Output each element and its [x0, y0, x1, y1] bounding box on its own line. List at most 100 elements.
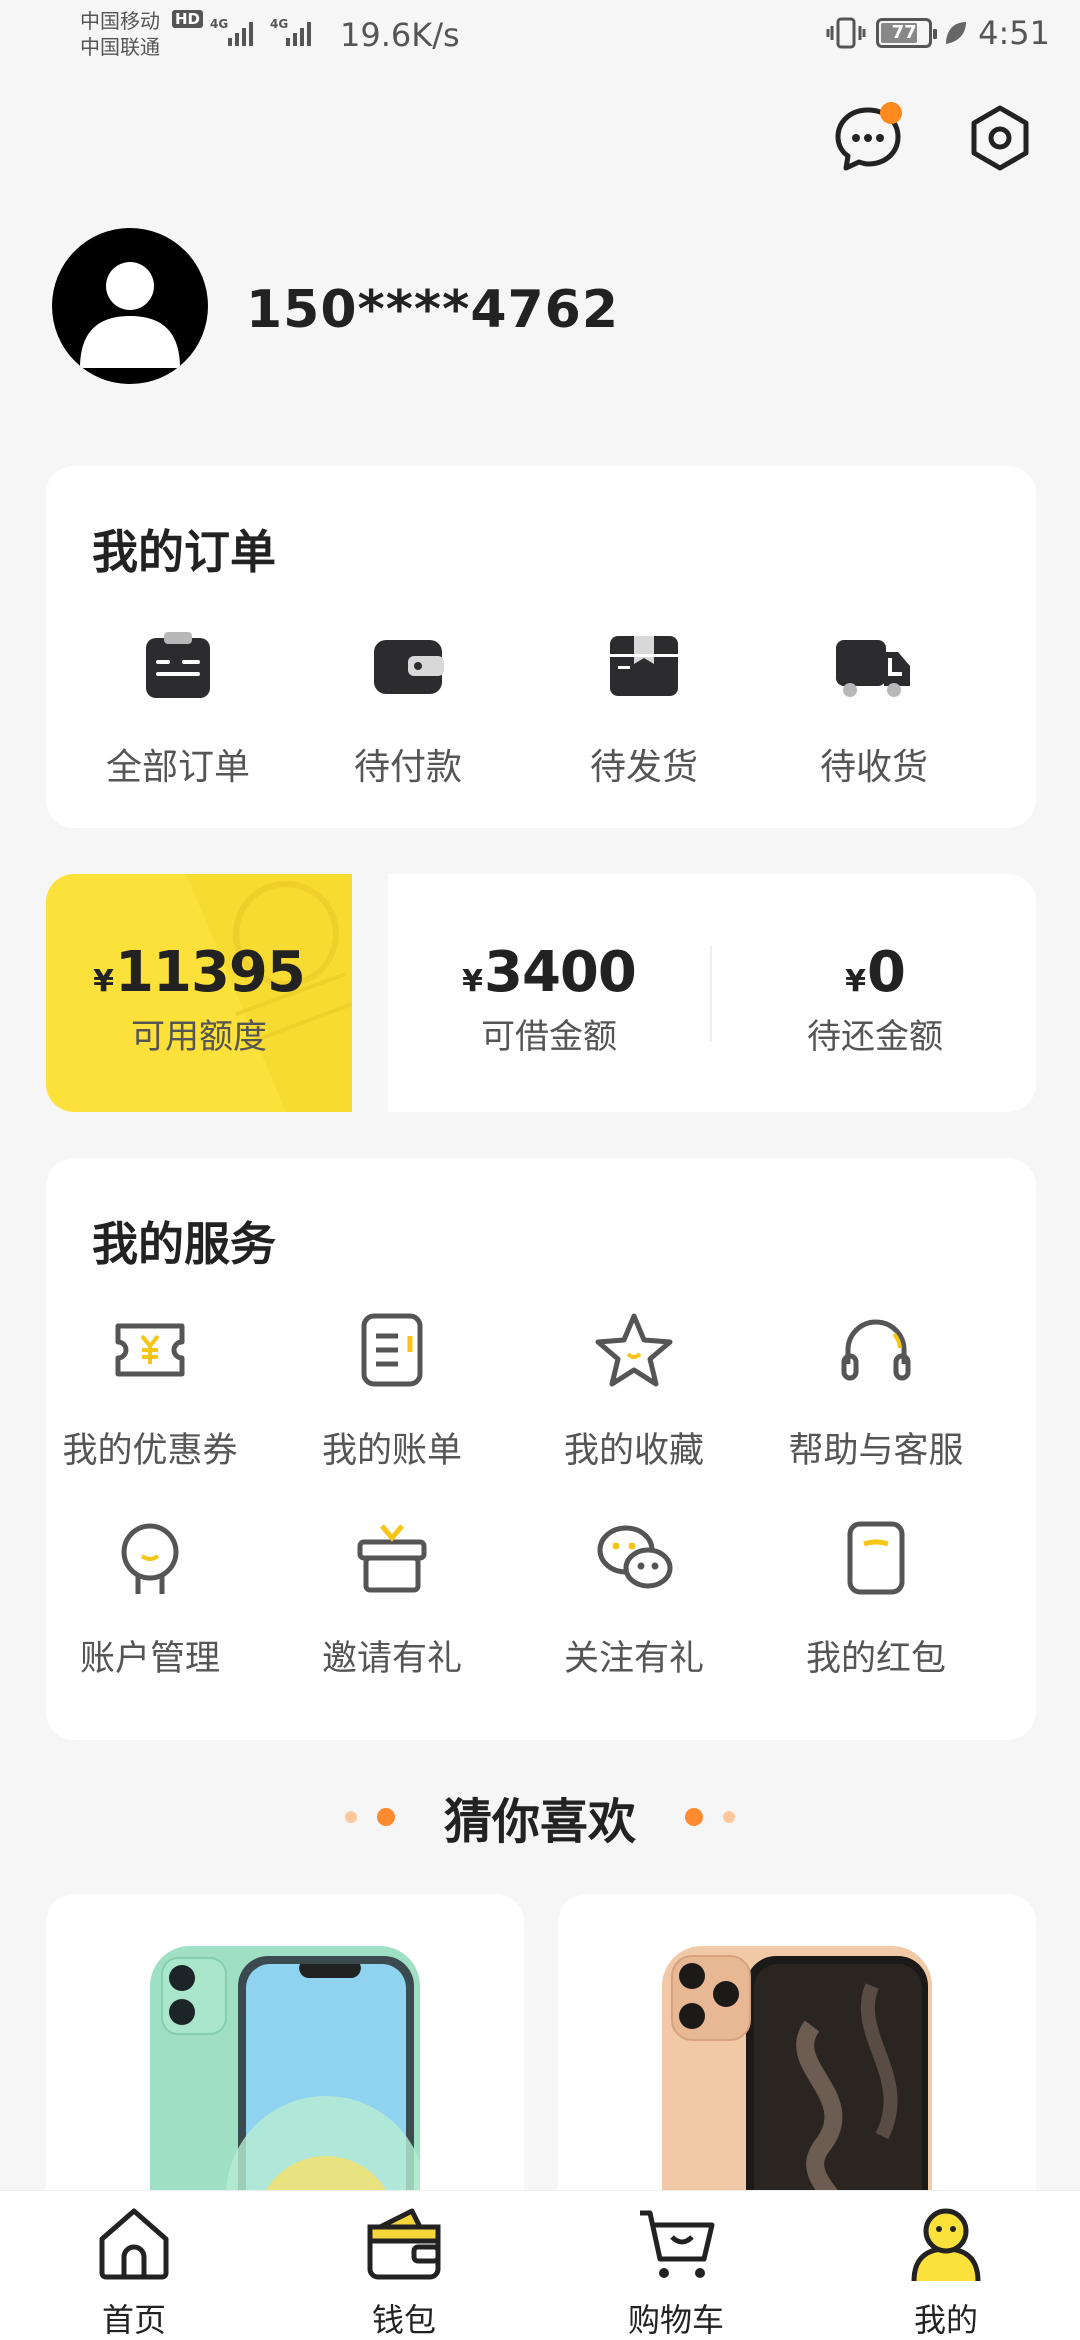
orders-card: 我的订单 全部订单 待付款 待发货 待收货: [46, 466, 1036, 828]
service-follow[interactable]: 关注有礼: [514, 1516, 754, 1681]
carrier-1: 中国移动: [80, 9, 160, 33]
decor-dot: [344, 1811, 357, 1823]
tab-me[interactable]: 我的: [846, 2201, 1046, 2340]
services-card: 我的服务 我的优惠券 我的账单 我的收藏 帮助与客服 账户管理 邀请有礼 关注有…: [46, 1158, 1036, 1740]
delivery-truck-icon: [836, 640, 910, 697]
package-icon: [610, 636, 678, 696]
order-pending-payment[interactable]: 待付款: [308, 626, 508, 790]
available-credit-card[interactable]: ¥11395 可用额度: [46, 874, 352, 1112]
orders-title: 我的订单: [92, 525, 276, 579]
unread-dot: [880, 102, 902, 124]
tab-cart[interactable]: 购物车: [576, 2201, 776, 2340]
carrier-names: 中国移动 中国联通: [80, 8, 160, 60]
settings-button[interactable]: [962, 100, 1038, 176]
service-coupons-label: 我的优惠券: [62, 1431, 238, 1471]
order-all-label: 全部订单: [105, 747, 250, 788]
status-right: 77 4:51: [826, 14, 1050, 52]
service-follow-label: 关注有礼: [563, 1639, 704, 1679]
red-packet-icon: [847, 1521, 905, 1595]
service-invite-label: 邀请有礼: [321, 1639, 462, 1679]
star-icon: [595, 1313, 673, 1387]
account-icon: [121, 1523, 179, 1594]
headset-icon: [841, 1319, 911, 1381]
wallet-icon: [374, 640, 444, 694]
loan-summary-card: ¥3400 可借金额 ¥0 待还金额: [388, 874, 1036, 1112]
network-2-label: 4G: [270, 17, 288, 31]
wallet-icon: [367, 2208, 441, 2280]
order-all[interactable]: 全部订单: [78, 626, 278, 790]
service-bills[interactable]: 我的账单: [272, 1308, 512, 1473]
repay-amount-value: 0: [866, 940, 906, 1005]
avatar[interactable]: [52, 228, 208, 384]
repay-amount-label: 待还金额: [807, 1017, 943, 1057]
currency-symbol: ¥: [93, 964, 114, 999]
borrowable-amount[interactable]: ¥3400 可借金额: [388, 940, 710, 1058]
order-pending-payment-label: 待付款: [353, 747, 462, 788]
product-card[interactable]: [46, 1894, 524, 2224]
service-help[interactable]: 帮助与客服: [756, 1308, 996, 1473]
order-pending-shipment[interactable]: 待发货: [544, 626, 744, 790]
product-card[interactable]: [558, 1894, 1036, 2224]
clock: 4:51: [978, 14, 1050, 52]
gift-icon: [357, 1524, 427, 1593]
services-title: 我的服务: [92, 1217, 276, 1271]
cart-icon: [640, 2210, 715, 2278]
recommend-title: 猜你喜欢: [443, 1794, 636, 1850]
service-coupons[interactable]: 我的优惠券: [30, 1308, 270, 1473]
message-button[interactable]: [830, 100, 906, 176]
repay-amount[interactable]: ¥0 待还金额: [714, 940, 1036, 1058]
battery-percent: 77: [891, 22, 917, 43]
user-phone[interactable]: 150****4762: [246, 280, 619, 340]
service-account-label: 账户管理: [79, 1639, 220, 1679]
available-credit-value: 11395: [115, 940, 306, 1005]
borrowable-amount-label: 可借金额: [481, 1017, 617, 1057]
currency-symbol: ¥: [462, 964, 483, 999]
phone-gold-image: [662, 1946, 932, 2224]
hd-badge: HD: [172, 10, 204, 28]
clipboard-icon: [146, 632, 210, 698]
tab-home[interactable]: 首页: [34, 2201, 234, 2340]
service-favorites[interactable]: 我的收藏: [514, 1308, 754, 1473]
available-credit: ¥11395 可用额度: [46, 940, 352, 1058]
tab-home-label: 首页: [101, 2301, 166, 2339]
service-red-packet[interactable]: 我的红包: [756, 1516, 996, 1681]
borrowable-amount-value: 3400: [484, 940, 637, 1005]
service-account[interactable]: 账户管理: [30, 1516, 270, 1681]
tab-cart-label: 购物车: [627, 2301, 724, 2339]
leaf-icon: [946, 22, 967, 44]
decor-dot: [723, 1811, 736, 1823]
decor-dot: [376, 1808, 395, 1826]
coupon-icon: [115, 1323, 185, 1377]
decor-dot: [685, 1808, 704, 1826]
currency-symbol: ¥: [845, 964, 866, 999]
service-favorites-label: 我的收藏: [563, 1431, 704, 1471]
tab-wallet-label: 钱包: [371, 2301, 436, 2339]
profile-icon: [911, 2208, 981, 2282]
service-help-label: 帮助与客服: [788, 1431, 964, 1471]
vibrate-icon: [826, 17, 866, 49]
bottom-tab-bar: 首页 钱包 购物车 我的: [0, 2190, 1080, 2340]
tab-me-label: 我的: [913, 2301, 978, 2339]
service-invite[interactable]: 邀请有礼: [272, 1516, 512, 1681]
battery-icon: 77: [876, 18, 938, 48]
network-1-label: 4G: [210, 17, 228, 31]
service-bills-label: 我的账单: [321, 1431, 462, 1471]
service-red-packet-label: 我的红包: [805, 1639, 946, 1679]
bill-icon: [361, 1313, 423, 1387]
signal-icon: 4G 4G: [210, 17, 311, 46]
order-pending-shipment-label: 待发货: [589, 747, 698, 788]
carrier-2: 中国联通: [80, 35, 160, 59]
order-pending-receipt-label: 待收货: [819, 747, 928, 788]
order-pending-receipt[interactable]: 待收货: [774, 626, 974, 790]
phone-green-image: [150, 1946, 420, 2224]
network-speed: 19.6K/s: [340, 16, 460, 54]
user-avatar-icon: [80, 262, 180, 368]
settings-hexagon-icon: [971, 105, 1029, 171]
available-credit-label: 可用额度: [131, 1017, 267, 1057]
divider: [710, 946, 712, 1042]
home-icon: [99, 2208, 169, 2280]
tab-wallet[interactable]: 钱包: [304, 2201, 504, 2340]
recommend-header: 猜你喜欢: [0, 1782, 1080, 1852]
status-bar: 中国移动 中国联通 HD 4G 4G 19.6K/s 77 4:51: [0, 0, 1080, 72]
wechat-icon: [597, 1525, 673, 1589]
